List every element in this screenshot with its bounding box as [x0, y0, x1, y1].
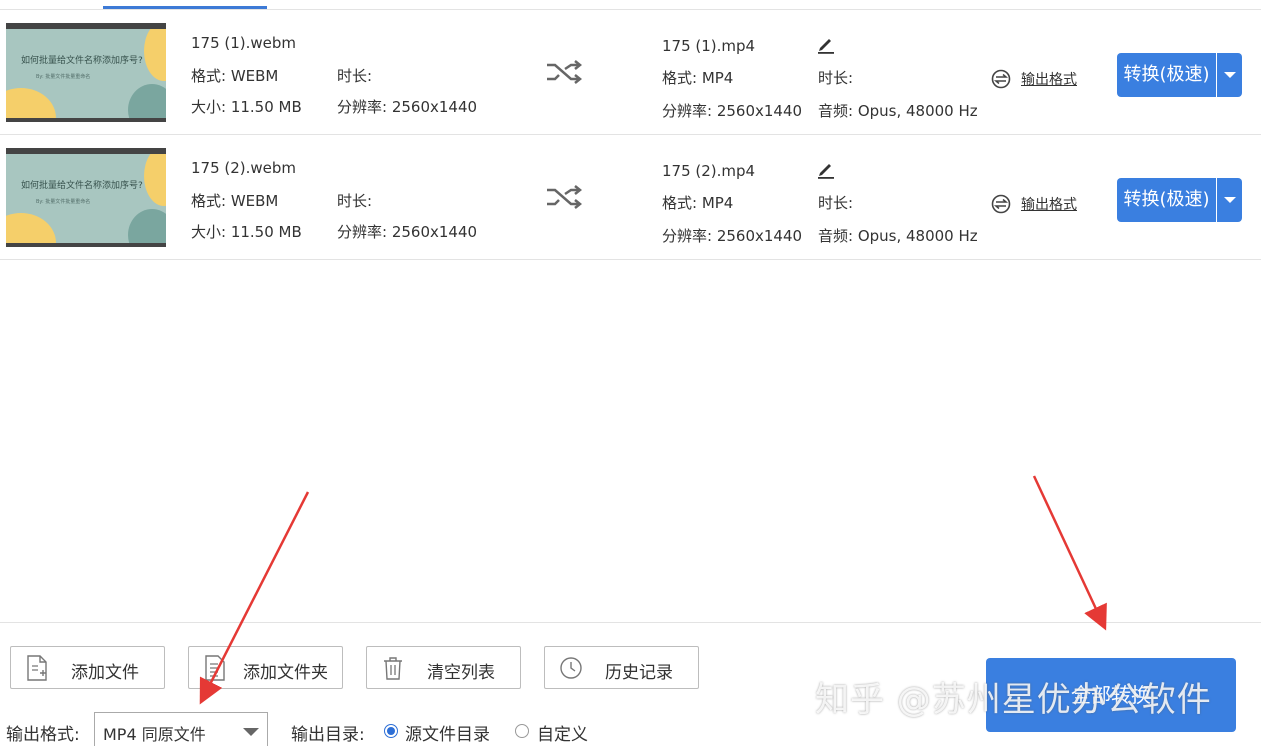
source-size: 大小: 11.50 MB	[191, 98, 302, 116]
add-file-icon	[27, 655, 47, 681]
thumbnail-subtitle: By: 批量文件批量重命名	[36, 199, 91, 205]
output-format-select[interactable]: MP4 同原文件	[94, 712, 268, 746]
output-format-label: 输出格式:	[6, 725, 80, 745]
edit-icon[interactable]	[816, 34, 836, 54]
convert-button[interactable]: 转换(极速)	[1117, 178, 1216, 222]
clear-list-label: 清空列表	[427, 663, 495, 683]
output-file-name: 175 (2).mp4	[662, 162, 756, 180]
thumbnail-subtitle: By: 批量文件批量重命名	[36, 74, 91, 80]
source-size: 大小: 11.50 MB	[191, 223, 302, 241]
source-duration: 时长:	[337, 67, 373, 85]
add-folder-button[interactable]: 添加文件夹	[188, 646, 343, 689]
clear-list-button[interactable]: 清空列表	[366, 646, 521, 689]
add-folder-icon	[205, 655, 225, 681]
add-folder-label: 添加文件夹	[243, 663, 328, 683]
output-duration: 时长:	[818, 194, 854, 212]
output-format-link[interactable]: 输出格式	[1021, 194, 1077, 214]
output-format: 格式: MP4	[662, 194, 734, 212]
radio-source-dir[interactable]	[384, 724, 398, 738]
source-file-name: 175 (1).webm	[191, 34, 297, 52]
edit-icon[interactable]	[816, 159, 836, 179]
clock-icon	[560, 657, 582, 679]
shuffle-icon	[547, 60, 583, 84]
trash-icon	[384, 657, 402, 680]
source-format: 格式: WEBM	[191, 67, 279, 85]
radio-custom-dir[interactable]	[515, 724, 529, 738]
source-duration: 时长:	[337, 192, 373, 210]
output-duration: 时长:	[818, 69, 854, 87]
output-format-value: MP4 同原文件	[103, 725, 206, 744]
output-file-name: 175 (1).mp4	[662, 37, 756, 55]
history-button[interactable]: 历史记录	[544, 646, 699, 689]
convert-dropdown-button[interactable]	[1217, 178, 1242, 222]
history-label: 历史记录	[605, 663, 673, 683]
toolbar-divider	[0, 622, 1261, 623]
file-row: 如何批量给文件名称添加序号? By: 批量文件批量重命名 175 (1).web…	[0, 10, 1261, 135]
video-thumbnail: 如何批量给文件名称添加序号? By: 批量文件批量重命名	[6, 148, 166, 247]
add-file-label: 添加文件	[71, 663, 139, 683]
output-format-icon[interactable]	[991, 194, 1011, 214]
file-row: 如何批量给文件名称添加序号? By: 批量文件批量重命名 175 (2).web…	[0, 135, 1261, 260]
output-resolution: 分辨率: 2560x1440	[662, 102, 803, 120]
convert-button[interactable]: 转换(极速)	[1117, 53, 1216, 97]
active-tab-indicator	[103, 6, 267, 9]
source-file-name: 175 (2).webm	[191, 159, 297, 177]
source-resolution: 分辨率: 2560x1440	[337, 223, 478, 241]
output-resolution: 分辨率: 2560x1440	[662, 227, 803, 245]
output-format-link[interactable]: 输出格式	[1021, 69, 1077, 89]
watermark: 知乎 @苏州星优办公软件	[815, 680, 1212, 720]
output-audio: 音频: Opus, 48000 Hz	[818, 227, 978, 245]
chevron-down-icon	[243, 728, 259, 736]
thumbnail-title: 如何批量给文件名称添加序号?	[21, 181, 143, 191]
convert-dropdown-button[interactable]	[1217, 53, 1242, 97]
thumbnail-title: 如何批量给文件名称添加序号?	[21, 56, 143, 66]
add-file-button[interactable]: 添加文件	[10, 646, 165, 689]
radio-custom-dir-label[interactable]: 自定义	[537, 720, 588, 745]
radio-source-dir-label[interactable]: 源文件目录	[405, 720, 490, 745]
source-format: 格式: WEBM	[191, 192, 279, 210]
output-format-icon[interactable]	[991, 69, 1011, 89]
video-thumbnail: 如何批量给文件名称添加序号? By: 批量文件批量重命名	[6, 23, 166, 122]
output-dir-label: 输出目录:	[291, 725, 365, 745]
shuffle-icon	[547, 185, 583, 209]
source-resolution: 分辨率: 2560x1440	[337, 98, 478, 116]
annotation-arrow-convert	[1032, 475, 1107, 631]
top-tab-bar	[0, 0, 1261, 10]
output-audio: 音频: Opus, 48000 Hz	[818, 102, 978, 120]
output-format: 格式: MP4	[662, 69, 734, 87]
